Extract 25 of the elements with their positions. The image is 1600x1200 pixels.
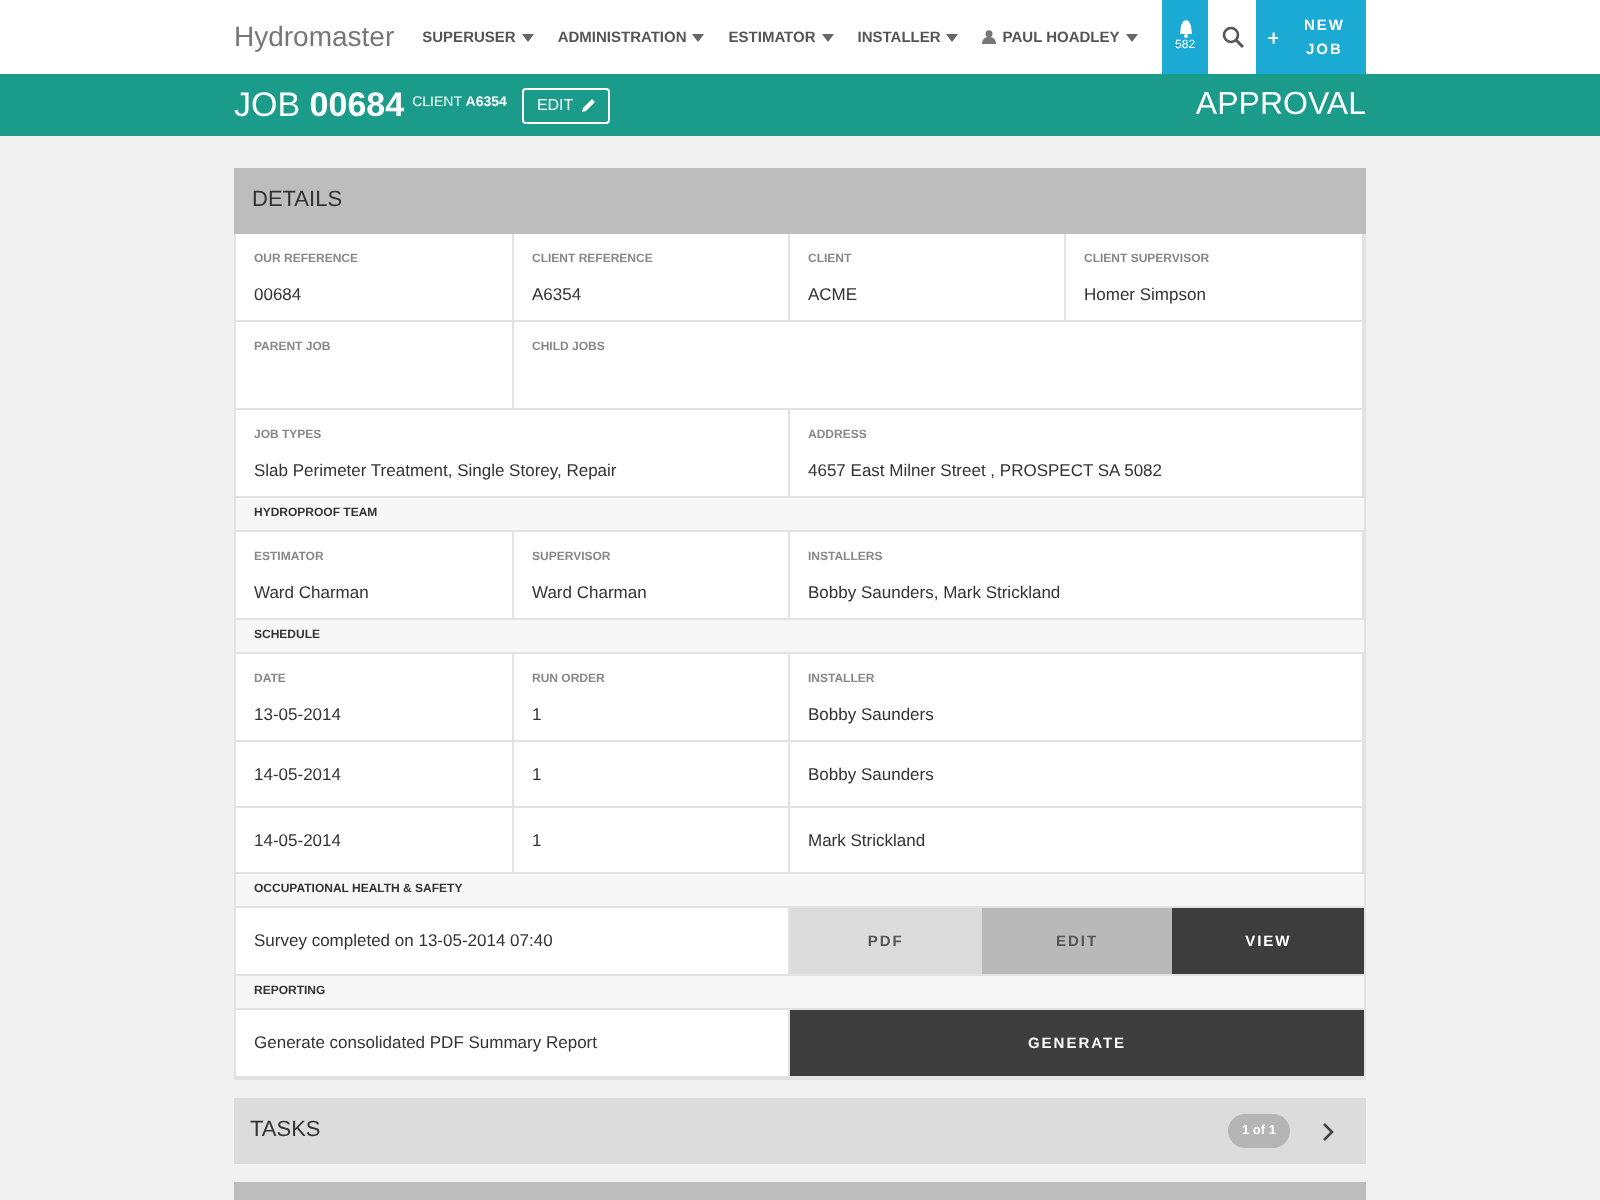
field-value: ACME <box>808 282 860 308</box>
status-text: Generate consolidated PDF Summary Report <box>254 1030 597 1056</box>
brand-name: Hydromaster <box>234 18 395 56</box>
field-value: 13-05-2014 <box>254 702 343 728</box>
field-value: Bobby Saunders <box>808 702 936 728</box>
field-value: Mark Strickland <box>808 827 926 853</box>
field-value: Ward Charman <box>254 580 371 606</box>
field-value: Slab Perimeter Treatment, Single Storey, Repair <box>254 458 619 484</box>
field-value: 1 <box>532 702 544 728</box>
field-value: 00684 <box>254 282 304 308</box>
field-value: 14-05-2014 <box>254 827 341 853</box>
section-title: TASKS <box>250 1116 321 1147</box>
section-header: DETAILS <box>234 168 1366 234</box>
status-text: Survey completed on 13-05-2014 07:40 <box>254 928 553 954</box>
field-value: 1 <box>532 827 542 853</box>
field-value: A6354 <box>532 282 584 308</box>
job-title: JOB 00684 <box>234 83 405 128</box>
field-value: 14-05-2014 <box>254 761 341 787</box>
field-value: Bobby Saunders <box>808 761 934 787</box>
field-value: Ward Charman <box>532 580 649 606</box>
job-status: APPROVAL <box>1195 85 1366 125</box>
field-value: Bobby Saunders, Mark Strickland <box>808 580 1063 606</box>
field-value: 1 <box>532 761 542 787</box>
field-value: 4657 East Milner Street , PROSPECT SA 5082 <box>808 458 1165 484</box>
field-value: Homer Simpson <box>1084 282 1208 308</box>
